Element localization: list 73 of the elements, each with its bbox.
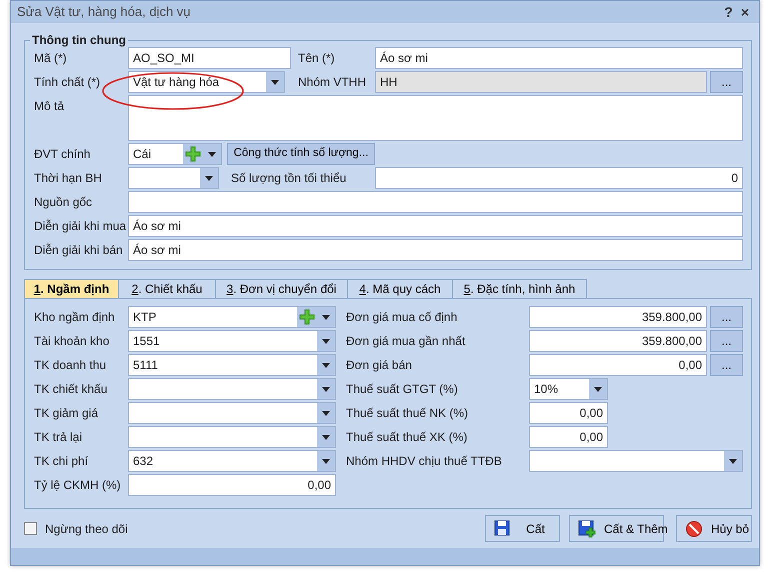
combo-box[interactable] [529, 450, 743, 472]
section-title: Thông tin chung [31, 33, 127, 47]
ellipsis-button[interactable]: ... [710, 71, 743, 93]
combo-box[interactable] [128, 402, 336, 424]
tab[interactable]: 3. Đơn vị chuyển đổi [215, 279, 348, 298]
text-field[interactable]: AO_SO_MI [128, 47, 291, 69]
field-label: TK chi phí [34, 453, 90, 470]
field-label: Đơn giá mua gần nhất [346, 333, 466, 350]
field-label: Thuế suất GTGT (%) [346, 381, 459, 398]
checkbox-label: Ngừng theo dõi [45, 520, 128, 538]
text-field[interactable] [128, 191, 743, 213]
combo-box[interactable]: 1551 [128, 330, 336, 352]
combo-box[interactable] [128, 378, 336, 400]
combo-box[interactable]: 10% [529, 378, 608, 400]
field-label: Đơn giá bán [346, 357, 413, 374]
field-label: Thuế suất thuế XK (%) [346, 429, 468, 446]
field-label: Tính chất (*) [34, 74, 102, 91]
field-label: Nguồn gốc [34, 194, 94, 211]
field-label: Mã (*) [34, 50, 68, 67]
combo-box[interactable]: 632 [128, 450, 336, 472]
tab[interactable]: 1. Ngầm định [24, 279, 119, 298]
checkbox[interactable] [24, 522, 37, 535]
field-label: Tài khoản kho [34, 333, 110, 350]
formula-button[interactable]: Công thức tính số lượng... [227, 143, 375, 165]
ellipsis-button[interactable]: ... [710, 330, 743, 352]
field-label: Thời hạn BH [34, 170, 103, 187]
text-field[interactable]: 0,00 [529, 402, 608, 424]
text-field[interactable]: 0,00 [529, 354, 707, 376]
ellipsis-button[interactable]: ... [710, 354, 743, 376]
field-label: TK giảm giá [34, 405, 100, 422]
field-label: Tỷ lệ CKMH (%) [34, 477, 122, 494]
ellipsis-button[interactable]: ... [710, 306, 743, 328]
field-label: Diễn giải khi mua [34, 218, 128, 235]
text-field[interactable]: 359.800,00 [529, 330, 707, 352]
field-label: Tên (*) [298, 50, 336, 67]
field-label: ĐVT chính [34, 146, 92, 163]
text-field[interactable]: Áo sơ mi [128, 215, 743, 237]
tab[interactable]: 2. Chiết khấu [118, 279, 216, 298]
field-label: TK doanh thu [34, 357, 108, 374]
window-title: Sửa Vật tư, hàng hóa, dịch vụ [17, 3, 192, 22]
text-field[interactable]: 0 [375, 167, 743, 189]
cancel-icon [685, 520, 703, 538]
tab[interactable]: 4. Mã quy cách [347, 279, 453, 298]
combo-box[interactable]: 5111 [128, 354, 336, 376]
field-label: Diễn giải khi bán [34, 242, 124, 259]
field-label: TK trả lại [34, 429, 84, 446]
combo-box[interactable]: Vật tư hàng hóa [128, 71, 285, 93]
combo-box[interactable]: Cái [128, 143, 222, 165]
action-button[interactable]: Hủy bỏ [676, 515, 752, 542]
text-area[interactable] [128, 95, 743, 141]
field-label: Thuế suất thuế NK (%) [346, 405, 470, 422]
plus-icon [185, 146, 201, 162]
text-field[interactable]: 0,00 [529, 426, 608, 448]
text-field[interactable]: 359.800,00 [529, 306, 707, 328]
field-label: Mô tả [34, 98, 66, 115]
text-field[interactable]: 0,00 [128, 474, 336, 496]
tab[interactable]: 5. Đặc tính, hình ảnh [452, 279, 587, 298]
help-button[interactable]: ? [720, 3, 737, 21]
field-label: Nhóm HHDV chịu thuế TTĐB [346, 453, 503, 470]
field-label: Kho ngầm định [34, 309, 116, 326]
floppy-disk-plus-icon [578, 520, 596, 538]
action-button[interactable]: Cất [485, 515, 560, 542]
combo-box[interactable] [128, 167, 219, 189]
field-label: Số lượng tồn tối thiểu [231, 170, 348, 187]
field-label: Nhóm VTHH [298, 74, 368, 91]
field-label: TK chiết khấu [34, 381, 108, 398]
plus-icon [299, 309, 315, 325]
text-field[interactable]: Áo sơ mi [128, 239, 743, 261]
close-button[interactable]: × [736, 3, 753, 21]
text-field[interactable]: Áo sơ mi [375, 47, 743, 69]
field-label: Đơn giá mua cố định [346, 309, 458, 326]
combo-box[interactable] [128, 426, 336, 448]
combo-box[interactable]: KTP [128, 306, 336, 328]
